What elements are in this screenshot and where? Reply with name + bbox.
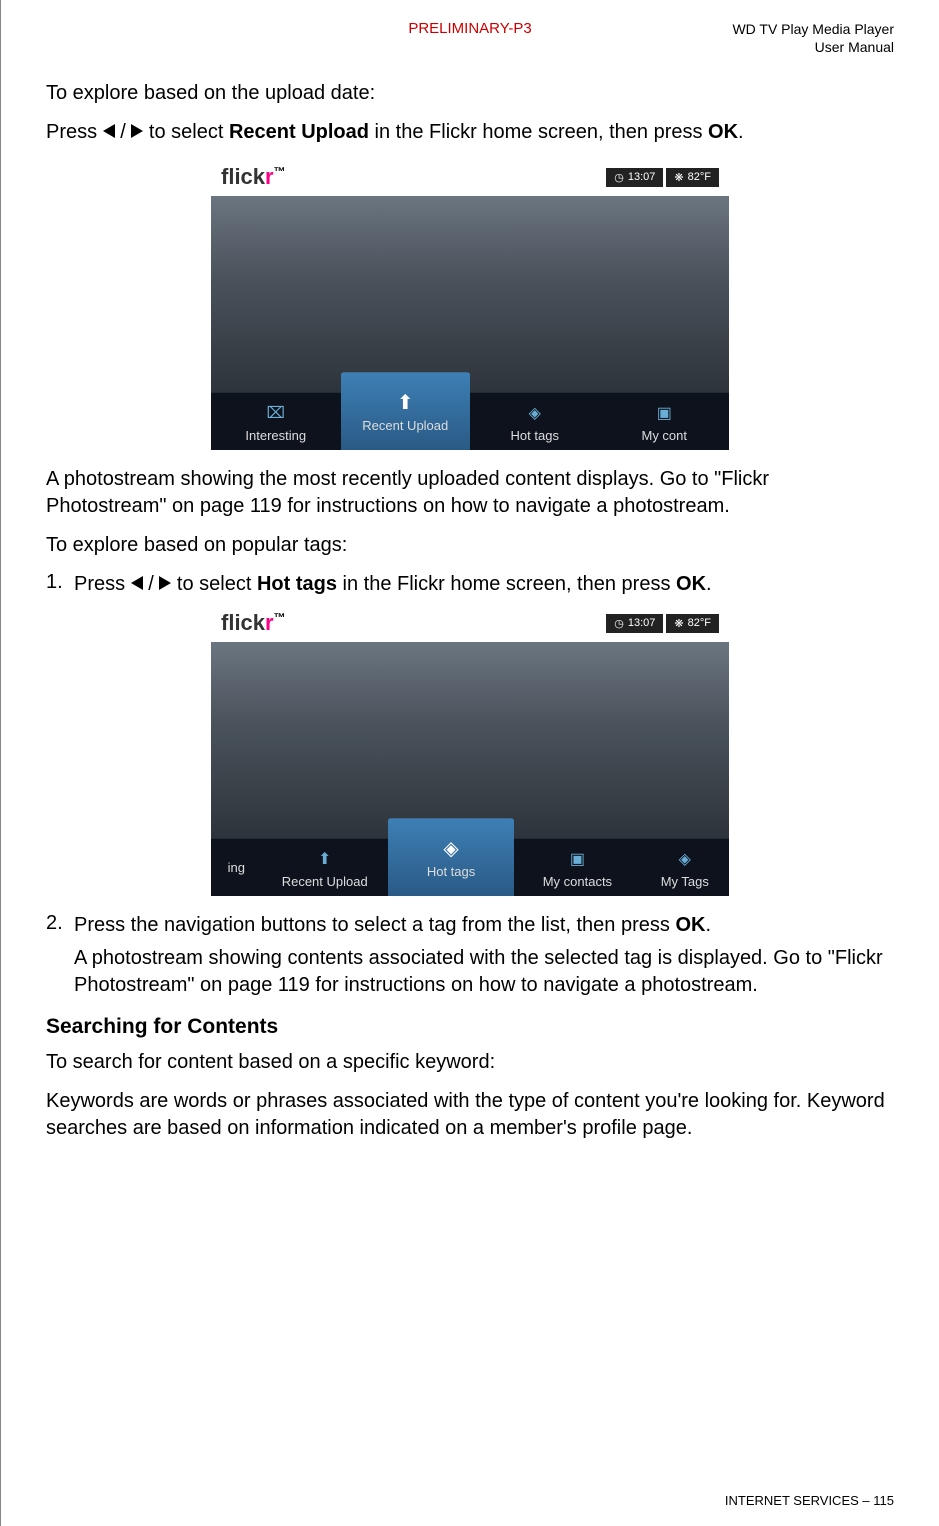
section-heading: Searching for Contents xyxy=(46,1015,894,1039)
temp-value: 82°F xyxy=(688,617,711,629)
text: Press xyxy=(46,121,103,143)
step-1: 1. Press / to select Hot tags in the Fli… xyxy=(46,571,894,598)
nav-label: My cont xyxy=(641,428,687,443)
weather-icon: ❋ xyxy=(674,171,683,184)
screenshot-header: flickr™ ◷ 13:07 ❋ 82°F xyxy=(211,604,729,642)
clock-icon: ◷ xyxy=(614,617,624,630)
step-content: Press the navigation buttons to select a… xyxy=(74,912,894,1005)
footer-page-number: – 115 xyxy=(862,1493,894,1508)
weather-badge: ❋ 82°F xyxy=(666,614,719,633)
text: . xyxy=(705,914,711,936)
bold-text: Hot tags xyxy=(257,573,337,595)
status-bar: ◷ 13:07 ❋ 82°F xyxy=(606,168,719,187)
nav-item-my-tags[interactable]: ◈ My Tags xyxy=(641,838,729,896)
tag-icon: ◈ xyxy=(439,837,463,861)
flickr-screenshot-recent-upload: flickr™ ◷ 13:07 ❋ 82°F ⌧ Interesting ⬆ Rec… xyxy=(211,158,729,450)
logo-text: flick xyxy=(221,164,265,189)
nav-label: ing xyxy=(228,860,245,875)
screenshot-nav-bar: ⌧ Interesting ⬆ Recent Upload ◈ Hot tags… xyxy=(211,392,729,450)
upload-icon: ⬆ xyxy=(393,391,417,415)
tag-icon: ◈ xyxy=(673,847,697,871)
page-footer: INTERNET SERVICES – 115 xyxy=(725,1493,894,1508)
nav-item-interesting[interactable]: ⌧ Interesting xyxy=(211,392,341,450)
intro-text-2: To explore based on popular tags: xyxy=(46,532,894,559)
nav-item-hot-tags[interactable]: ◈ Hot tags xyxy=(470,392,600,450)
product-name: WD TV Play Media Player xyxy=(611,20,894,38)
nav-label: Recent Upload xyxy=(282,874,368,889)
keywords-description: Keywords are words or phrases associated… xyxy=(46,1088,894,1142)
screenshot-background xyxy=(211,196,729,402)
right-arrow-icon xyxy=(159,576,171,590)
text: Press xyxy=(74,573,131,595)
manual-label: User Manual xyxy=(611,38,894,56)
bold-text: OK xyxy=(676,573,706,595)
nav-item-hot-tags[interactable]: ◈ Hot tags xyxy=(388,818,514,896)
text: . xyxy=(738,121,744,143)
step-number: 2. xyxy=(46,912,74,1005)
text: to select xyxy=(143,121,229,143)
step-2: 2. Press the navigation buttons to selec… xyxy=(46,912,894,1005)
time-badge: ◷ 13:07 xyxy=(606,614,663,633)
tag-icon: ◈ xyxy=(523,401,547,425)
nav-label: My Tags xyxy=(661,874,709,889)
clock-icon: ◷ xyxy=(614,171,624,184)
time-badge: ◷ 13:07 xyxy=(606,168,663,187)
contacts-icon: ▣ xyxy=(652,401,676,425)
step-number: 1. xyxy=(46,571,74,598)
description-text-1: A photostream showing the most recently … xyxy=(46,466,894,520)
nav-item-my-contacts[interactable]: ▣ My contacts xyxy=(514,838,640,896)
upload-icon: ⬆ xyxy=(313,847,337,871)
contacts-icon: ▣ xyxy=(565,847,589,871)
nav-item-recent-upload[interactable]: ⬆ Recent Upload xyxy=(341,372,471,450)
left-arrow-icon xyxy=(131,576,143,590)
nav-item-recent-upload[interactable]: ⬆ Recent Upload xyxy=(262,838,388,896)
logo-text: r xyxy=(265,610,274,635)
right-arrow-icon xyxy=(131,124,143,138)
nav-label: My contacts xyxy=(543,874,612,889)
text: A photostream showing contents associate… xyxy=(74,945,894,999)
time-value: 13:07 xyxy=(628,617,656,629)
flickr-logo: flickr™ xyxy=(221,610,286,636)
nav-item-interesting-partial[interactable]: ing xyxy=(211,838,262,896)
text: to select xyxy=(171,573,257,595)
nav-label: Hot tags xyxy=(511,428,559,443)
flickr-logo: flickr™ xyxy=(221,164,286,190)
status-bar: ◷ 13:07 ❋ 82°F xyxy=(606,614,719,633)
temp-value: 82°F xyxy=(688,171,711,183)
screenshot-header: flickr™ ◷ 13:07 ❋ 82°F xyxy=(211,158,729,196)
bold-text: OK xyxy=(675,914,705,936)
page: PRELIMINARY-P3 WD TV Play Media Player U… xyxy=(0,0,939,1526)
text: in the Flickr home screen, then press xyxy=(369,121,708,143)
logo-text: r xyxy=(265,164,274,189)
nav-label: Recent Upload xyxy=(362,418,448,433)
flickr-screenshot-hot-tags: flickr™ ◷ 13:07 ❋ 82°F ing ⬆ Recent Upload… xyxy=(211,604,729,896)
interesting-icon: ⌧ xyxy=(264,401,288,425)
screenshot-nav-bar: ing ⬆ Recent Upload ◈ Hot tags ▣ My cont… xyxy=(211,838,729,896)
footer-section: INTERNET SERVICES xyxy=(725,1493,859,1508)
bold-text: Recent Upload xyxy=(229,121,369,143)
logo-text: flick xyxy=(221,610,265,635)
product-title: WD TV Play Media Player User Manual xyxy=(611,20,894,56)
nav-item-my-contacts[interactable]: ▣ My cont xyxy=(600,392,730,450)
intro-text-1: To explore based on the upload date: xyxy=(46,80,894,107)
page-header: PRELIMINARY-P3 WD TV Play Media Player U… xyxy=(46,20,894,56)
search-intro: To search for content based on a specifi… xyxy=(46,1049,894,1076)
text: . xyxy=(706,573,712,595)
nav-label: Hot tags xyxy=(427,864,475,879)
preliminary-stamp: PRELIMINARY-P3 xyxy=(329,20,612,37)
weather-icon: ❋ xyxy=(674,617,683,630)
time-value: 13:07 xyxy=(628,171,656,183)
nav-label: Interesting xyxy=(245,428,306,443)
weather-badge: ❋ 82°F xyxy=(666,168,719,187)
step-content: Press / to select Hot tags in the Flickr… xyxy=(74,571,894,598)
text: Press the navigation buttons to select a… xyxy=(74,914,675,936)
instruction-text-1: Press / to select Recent Upload in the F… xyxy=(46,119,894,146)
text: in the Flickr home screen, then press xyxy=(337,573,676,595)
bold-text: OK xyxy=(708,121,738,143)
left-arrow-icon xyxy=(103,124,115,138)
